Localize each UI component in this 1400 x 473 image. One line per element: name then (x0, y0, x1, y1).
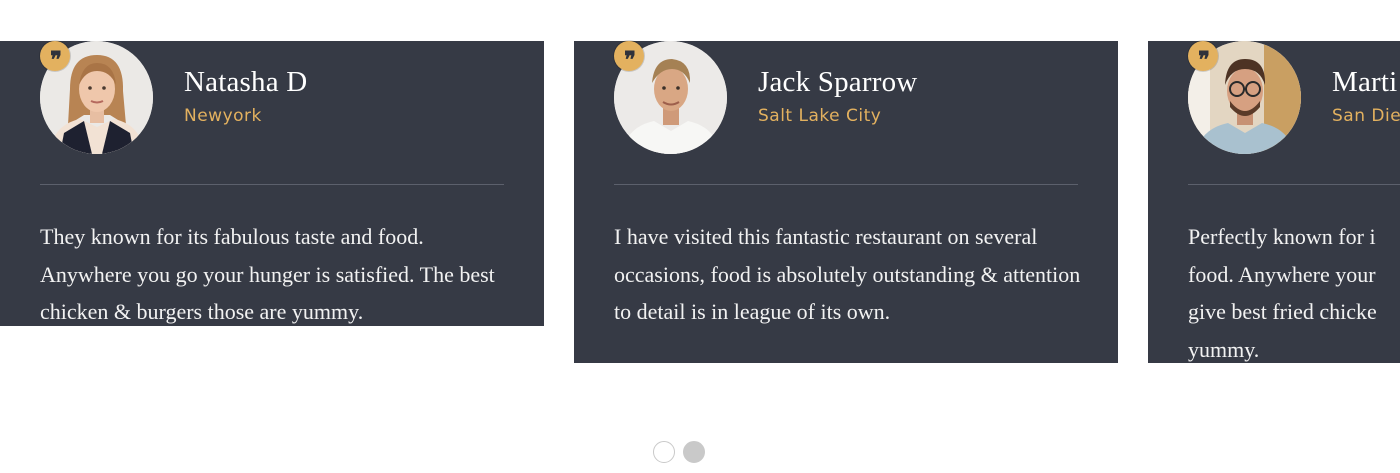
testimonial-card: ❞ Natasha D Newyork They known for its f… (0, 41, 544, 326)
testimonial-card: ❞ Marti San Die Perfectly known for i fo… (1148, 41, 1400, 363)
quote-icon: ❞ (1188, 41, 1218, 71)
review-text: They known for its fabulous taste and fo… (40, 224, 495, 324)
quote-icon: ❞ (614, 41, 644, 71)
reviewer-name: Jack Sparrow (758, 66, 918, 98)
reviewer-name: Natasha D (184, 66, 308, 98)
pagination-dot-1[interactable] (653, 441, 675, 463)
reviewer-city: Newyork (184, 106, 262, 126)
testimonials-carousel: ❞ Natasha D Newyork They known for its f… (0, 0, 1400, 473)
divider (40, 184, 504, 185)
reviewer-name: Marti (1332, 66, 1398, 98)
carousel-pagination (653, 441, 705, 463)
reviewer-city: Salt Lake City (758, 106, 882, 126)
divider (1188, 184, 1400, 185)
reviewer-city: San Die (1332, 106, 1400, 126)
review-text: Perfectly known for i food. Anywhere you… (1188, 224, 1377, 362)
review-text: I have visited this fantastic restaurant… (614, 224, 1081, 324)
divider (614, 184, 1078, 185)
pagination-dot-2-active[interactable] (683, 441, 705, 463)
testimonial-card: ❞ Jack Sparrow Salt Lake City I have vis… (574, 41, 1118, 363)
quote-icon: ❞ (40, 41, 70, 71)
